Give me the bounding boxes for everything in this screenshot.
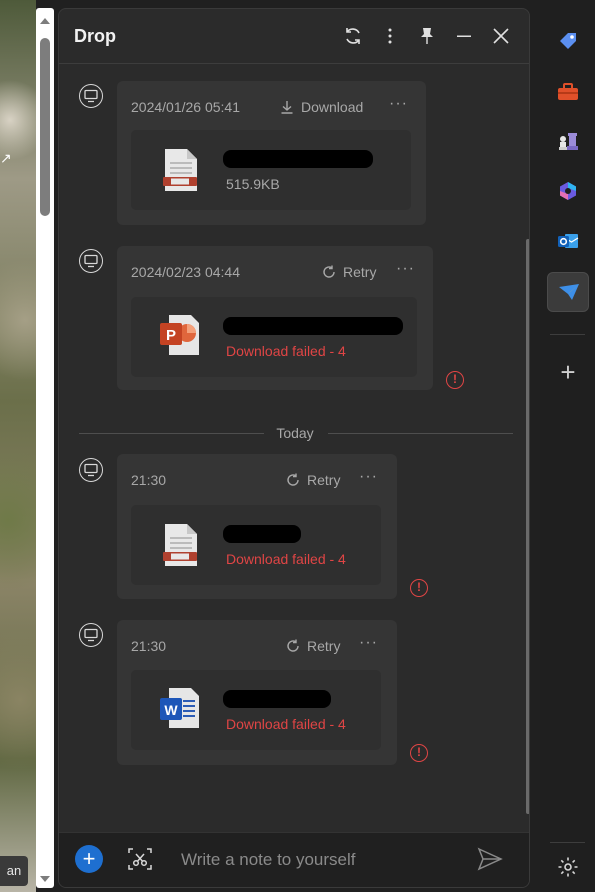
message-card: 21:30 Retry ··· Download failed - 4 (117, 454, 397, 599)
redacted-filename (223, 150, 373, 168)
more-options-button[interactable]: ··· (359, 468, 378, 486)
retry-label: Retry (343, 264, 377, 280)
retry-button[interactable]: Retry (321, 264, 376, 280)
panel-header: Drop (59, 9, 529, 64)
file-attachment[interactable]: Download failed - 4 (131, 505, 381, 585)
download-failed-label: Download failed - 4 (226, 716, 346, 732)
redacted-filename (223, 690, 331, 708)
download-button[interactable]: Download (279, 99, 363, 115)
redacted-filename (223, 525, 301, 543)
file-size: 515.9KB (226, 176, 280, 192)
error-icon[interactable]: ! (446, 371, 464, 389)
plus-icon: + (560, 357, 576, 387)
svg-text:W: W (164, 702, 178, 718)
screenshot-icon[interactable] (127, 846, 153, 872)
chess-icon[interactable] (547, 122, 589, 162)
message-card: 2024/02/23 04:44 Retry ··· P Download fa… (117, 246, 433, 390)
scroll-down-icon[interactable] (40, 876, 50, 882)
scroll-up-icon[interactable] (40, 18, 50, 24)
send-icon[interactable] (477, 847, 503, 871)
device-icon (79, 84, 103, 108)
retry-icon (287, 473, 299, 486)
retry-label: Retry (307, 472, 341, 488)
more-vertical-icon[interactable] (379, 25, 401, 47)
retry-label: Retry (307, 638, 341, 654)
composer-bar: + (59, 832, 529, 887)
drop-panel: Drop 2024/01/26 05:41 Download ··· 515.9… (58, 8, 530, 888)
file-attachment[interactable]: P Download failed - 4 (131, 297, 417, 377)
error-icon[interactable]: ! (410, 744, 428, 762)
background-photo (0, 0, 36, 892)
edge-sidebar: + (540, 0, 595, 892)
sidebar-separator (550, 334, 585, 335)
message-timestamp: 2024/01/26 05:41 (131, 99, 240, 115)
scrollbar-thumb[interactable] (40, 38, 50, 216)
outlook-icon[interactable] (547, 222, 589, 262)
more-options-button[interactable]: ··· (396, 260, 415, 278)
panel-title: Drop (74, 26, 116, 46)
redacted-filename (223, 317, 403, 335)
powerpoint-icon: P (159, 313, 203, 362)
add-button[interactable]: + (75, 845, 103, 873)
error-icon[interactable]: ! (410, 579, 428, 597)
date-divider: Today (79, 424, 513, 442)
note-input[interactable] (179, 845, 463, 875)
pin-icon[interactable] (416, 25, 438, 47)
download-label: Download (301, 99, 364, 115)
copilot-icon[interactable] (547, 172, 589, 212)
expand-arrow-icon: ↗ (0, 150, 12, 166)
background-label: an (0, 856, 28, 886)
close-icon[interactable] (490, 25, 512, 47)
refresh-icon[interactable] (342, 25, 364, 47)
more-options-button[interactable]: ··· (359, 634, 378, 652)
download-failed-label: Download failed - 4 (226, 551, 346, 567)
divider-line (328, 433, 513, 434)
file-attachment[interactable]: 515.9KB (131, 130, 411, 210)
more-options-button[interactable]: ··· (389, 95, 408, 113)
minimize-icon[interactable] (453, 25, 475, 47)
add-sidebar-app-button[interactable]: + (547, 352, 589, 392)
message-timestamp: 21:30 (131, 472, 167, 488)
retry-icon (287, 639, 299, 652)
download-icon (281, 101, 293, 114)
message-timestamp: 21:30 (131, 638, 167, 654)
page-scrollbar[interactable] (36, 8, 54, 888)
message-timestamp: 2024/02/23 04:44 (131, 264, 240, 280)
device-icon (79, 623, 103, 647)
download-failed-label: Download failed - 4 (226, 343, 346, 359)
word-icon: W (159, 686, 203, 735)
sidebar-separator (550, 842, 585, 843)
svg-text:P: P (166, 327, 176, 344)
generic-file-icon (163, 523, 199, 572)
retry-icon (323, 265, 335, 278)
device-icon (79, 458, 103, 482)
message-card: 2024/01/26 05:41 Download ··· 515.9KB (117, 81, 426, 225)
drop-icon[interactable] (547, 272, 589, 312)
device-icon (79, 249, 103, 273)
retry-button[interactable]: Retry (285, 472, 340, 488)
generic-file-icon (163, 148, 199, 197)
file-attachment[interactable]: W Download failed - 4 (131, 670, 381, 750)
toolbox-icon[interactable] (547, 73, 589, 113)
settings-icon[interactable] (547, 848, 589, 888)
message-card: 21:30 Retry ··· W Download failed - 4 (117, 620, 397, 765)
message-list[interactable]: 2024/01/26 05:41 Download ··· 515.9KB 20… (59, 64, 529, 832)
content-scrollbar[interactable] (526, 239, 529, 814)
retry-button[interactable]: Retry (285, 638, 340, 654)
tag-icon[interactable] (547, 22, 589, 62)
